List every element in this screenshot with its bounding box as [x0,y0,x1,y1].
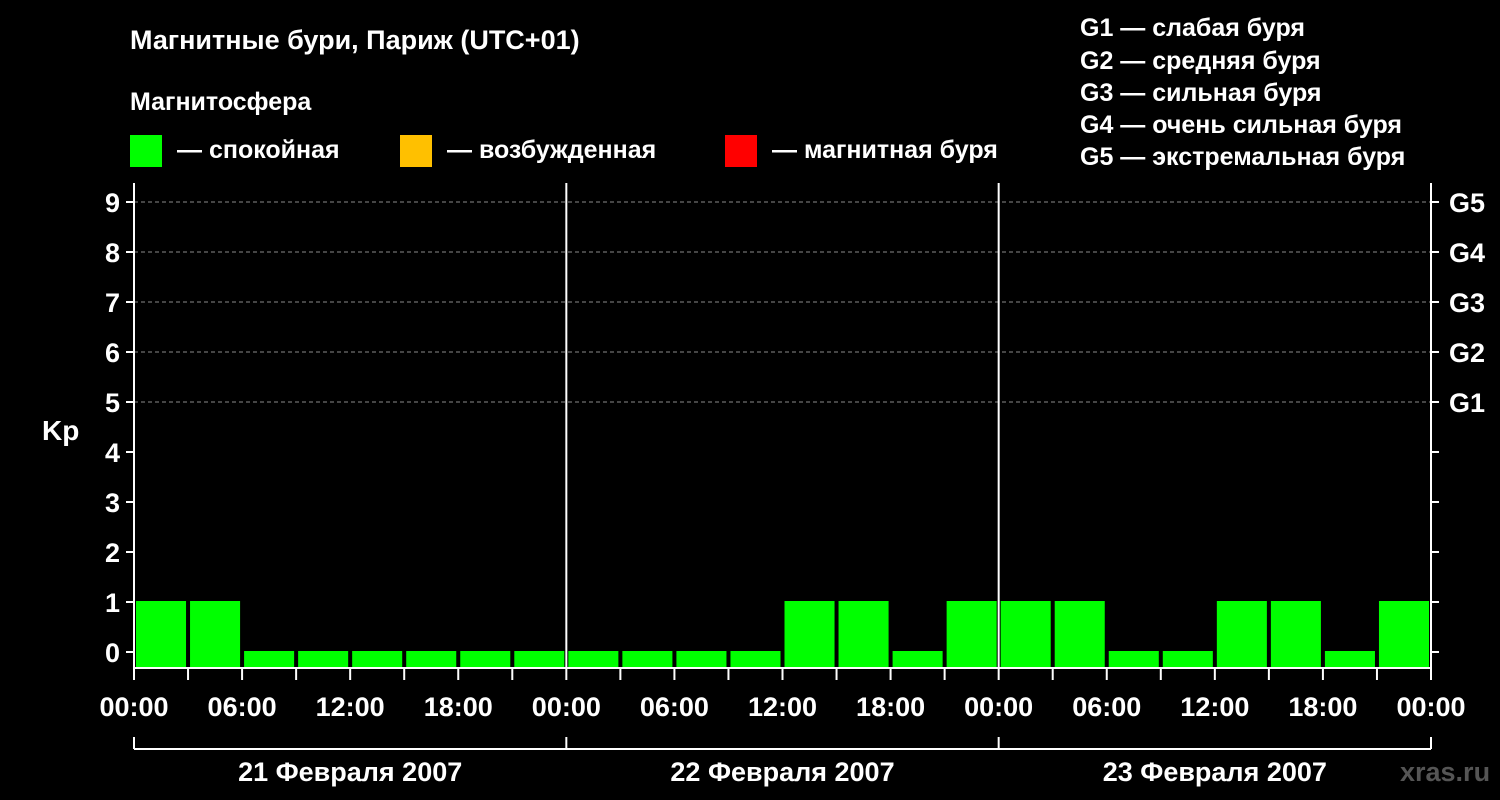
y-tick-label: 1 [105,588,120,618]
kp-bar [1000,601,1051,667]
kp-bar [1270,601,1321,667]
storm-level-label: G3 [1449,288,1485,318]
kp-chart: Магнитные бури, Париж (UTC+01) Магнитосф… [42,14,1490,787]
kp-bar [1378,601,1429,667]
y-tick-label: 2 [105,538,120,568]
y-tick-label: 9 [105,188,120,218]
storm-level-label: G4 [1449,238,1485,268]
x-tick-label: 12:00 [316,692,385,722]
legend-label-quiet: — спокойная [177,136,340,164]
kp-bar [244,651,295,667]
x-tick-label: 18:00 [856,692,925,722]
x-tick-label: 06:00 [208,692,277,722]
kp-bar [1162,651,1213,667]
y-tick-label: 0 [105,638,120,668]
kp-bar [784,601,835,667]
day-label: 23 Февраля 2007 [1103,757,1327,787]
x-tick-label: 06:00 [640,692,709,722]
y-tick-label: 7 [105,288,120,318]
x-tick-label: 12:00 [1180,692,1249,722]
legend-swatch-quiet [130,135,162,167]
y-tick-label: 6 [105,338,120,368]
chart-title: Магнитные бури, Париж (UTC+01) [130,25,580,55]
kp-bar [136,601,187,667]
kp-bar [568,651,619,667]
kp-bar [298,651,349,667]
legend: — спокойная — возбужденная — магнитная б… [130,135,998,167]
kp-bar [460,651,511,667]
legend-label-storm: — магнитная буря [772,136,998,164]
kp-bar [1324,651,1375,667]
x-tick-label: 12:00 [748,692,817,722]
kp-bar [1054,601,1105,667]
kp-bar [730,651,781,667]
kp-bar [514,651,565,667]
kp-bar [406,651,457,667]
kp-bar [622,651,673,667]
y-tick-label: 8 [105,238,120,268]
storm-scale-legend: G1 — слабая буря G2 — средняя буря G3 — … [1080,14,1405,171]
tick-labels: 0 1 2 3 4 5 6 7 8 9 G1 G2 G3 G4 G5 00:00 06:00 12:00 18:00… [99,188,1485,787]
y-axis-label: Kp [42,415,79,446]
x-tick-label: 00:00 [1396,692,1465,722]
storm-level-label: G1 [1449,388,1485,418]
kp-bar [1216,601,1267,667]
x-tick-label: 18:00 [1288,692,1357,722]
legend-swatch-storm [725,135,757,167]
y-tick-label: 3 [105,488,120,518]
kp-bar [352,651,403,667]
storm-level-label: G2 [1449,338,1485,368]
y-tick-label: 5 [105,388,120,418]
y-tick-label: 4 [105,438,120,468]
legend-title: Магнитосфера [130,88,312,116]
legend-label-disturbed: — возбужденная [447,136,656,164]
storm-scale-g1: G1 — слабая буря [1080,14,1305,42]
watermark: xras.ru [1400,757,1490,787]
kp-bar [190,601,241,667]
grid-lines [134,201,1431,403]
storm-scale-g5: G5 — экстремальная буря [1080,143,1405,171]
kp-bar [676,651,727,667]
x-tick-label: 00:00 [99,692,168,722]
kp-bars [136,601,1429,667]
kp-bar [1108,651,1159,667]
x-tick-label: 06:00 [1072,692,1141,722]
x-tick-label: 00:00 [532,692,601,722]
storm-scale-g2: G2 — средняя буря [1080,47,1321,75]
kp-bar [838,601,889,667]
storm-scale-g4: G4 — очень сильная буря [1080,111,1402,139]
kp-bar [892,651,943,667]
storm-scale-g3: G3 — сильная буря [1080,79,1322,107]
x-tick-label: 00:00 [964,692,1033,722]
kp-bar [946,601,997,667]
storm-level-label: G5 [1449,188,1485,218]
x-tick-label: 18:00 [424,692,493,722]
day-label: 21 Февраля 2007 [238,757,462,787]
day-label: 22 Февраля 2007 [670,757,894,787]
legend-swatch-disturbed [400,135,432,167]
